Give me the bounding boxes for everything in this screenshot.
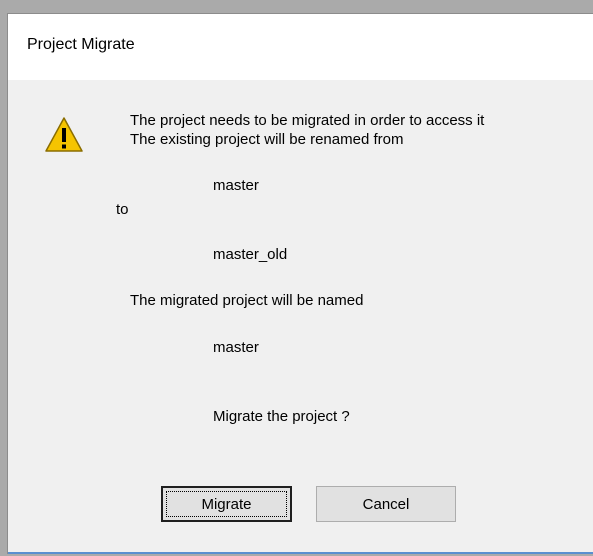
migrate-button-label: Migrate bbox=[201, 495, 252, 513]
migrated-project-name: master bbox=[213, 339, 259, 356]
migrate-button[interactable]: Migrate bbox=[161, 486, 292, 522]
cancel-button-label: Cancel bbox=[362, 495, 410, 513]
to-label: to bbox=[116, 201, 129, 218]
title-bar[interactable]: Project Migrate bbox=[8, 14, 593, 80]
intro-line-2: The existing project will be renamed fro… bbox=[130, 131, 404, 148]
old-project-name: master bbox=[213, 177, 259, 194]
renamed-project-name: master_old bbox=[213, 246, 288, 263]
cancel-button[interactable]: Cancel bbox=[316, 486, 456, 522]
migrate-question: Migrate the project ? bbox=[213, 408, 350, 425]
migrated-label: The migrated project will be named bbox=[130, 292, 364, 309]
project-migrate-dialog: Project Migrate The project needs to be … bbox=[7, 13, 593, 554]
dialog-title: Project Migrate bbox=[27, 36, 135, 53]
dialog-bottom-border bbox=[8, 552, 593, 554]
warning-icon bbox=[45, 117, 83, 152]
intro-line-1: The project needs to be migrated in orde… bbox=[130, 112, 485, 129]
